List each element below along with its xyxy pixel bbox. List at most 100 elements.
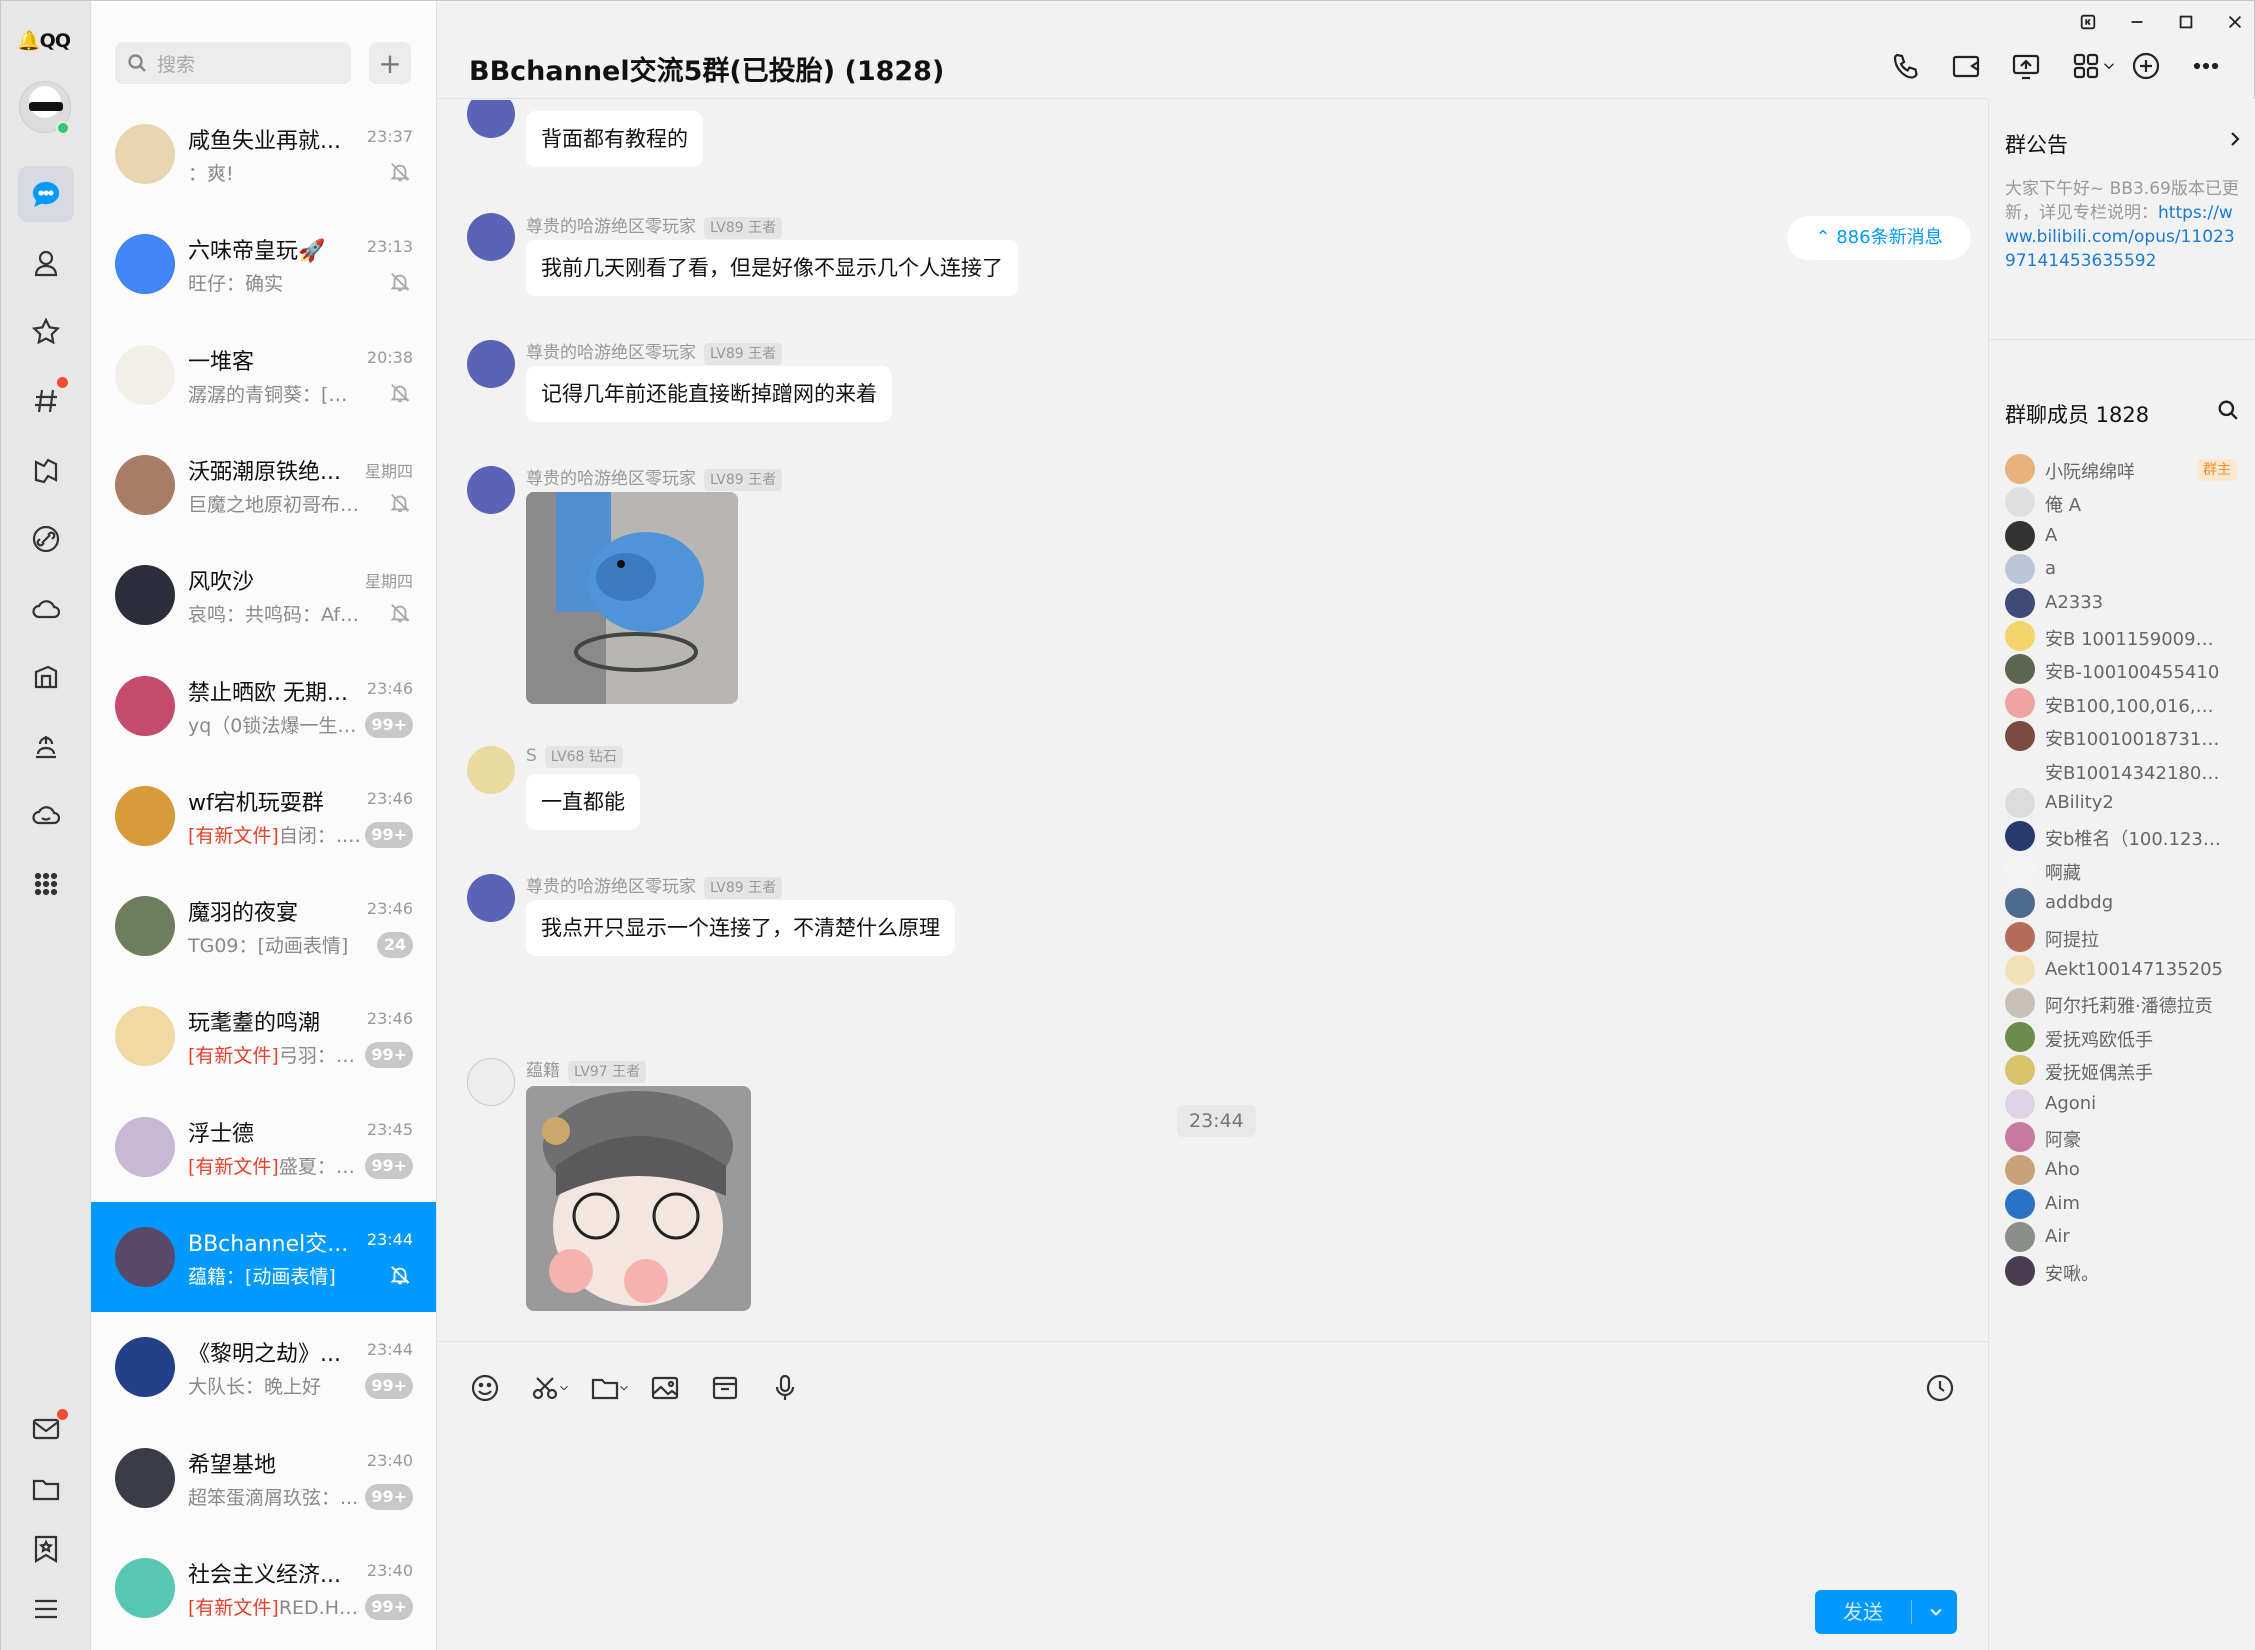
avatar xyxy=(115,1557,175,1618)
preview-text: 哀鸣：共鸣码：AfQiJA... xyxy=(188,604,363,627)
contacts-icon[interactable] xyxy=(18,235,74,291)
chevron-right-icon[interactable] xyxy=(2225,129,2245,154)
conversation-item[interactable]: 《黎明之劫》... 23:44 大队长：晚上好 99+ xyxy=(91,1312,436,1422)
cloud-icon[interactable] xyxy=(18,580,74,636)
conversation-item[interactable]: 浮士德23:45[有新文件]盛夏：雀氏99+ xyxy=(91,1092,436,1202)
phone-icon[interactable] xyxy=(1887,47,1925,85)
conversation-time: 23:46 xyxy=(366,899,413,919)
group-notice-title[interactable]: 群公告 xyxy=(2005,129,2068,159)
sender-line: 尊贵的哈游绝区零玩家 LV89 王者 xyxy=(526,212,783,239)
clock-icon[interactable] xyxy=(1922,1370,1958,1406)
bookmark-icon[interactable] xyxy=(18,1521,74,1577)
unread-badge: 99+ xyxy=(365,1042,413,1069)
conversation-name: 社会主义经济... xyxy=(188,1562,341,1588)
conversation-item[interactable]: BBchannel交... 23:44 蕴籍：[动画表情] xyxy=(91,1202,436,1312)
muted-bell-icon xyxy=(389,382,411,404)
conversation-item[interactable]: 希望基地 23:40 超笨蛋滴屑玖弦：... 99+ xyxy=(91,1423,436,1533)
new-messages-button[interactable]: ⌃ 886条新消息 xyxy=(1787,216,1971,260)
add-button[interactable]: + xyxy=(369,42,411,84)
avatar[interactable] xyxy=(467,466,515,514)
bag-icon[interactable] xyxy=(18,649,74,705)
pin-icon[interactable] xyxy=(2073,7,2103,37)
conversation-item[interactable]: wf宕机玩耍群23:46[有新文件]自闭：.指...99+ xyxy=(91,761,436,871)
cloud-storage-icon[interactable] xyxy=(18,787,74,843)
menu-icon[interactable] xyxy=(18,1581,74,1637)
minimize-icon[interactable] xyxy=(2122,7,2152,37)
chevron-down-icon[interactable] xyxy=(1919,1590,1953,1634)
member-name: Aho xyxy=(2045,1159,2080,1181)
message-list[interactable]: 背面都有教程的 尊贵的哈游绝区零玩家 LV89 王者 我前几天刚看了看，但是好像不… xyxy=(437,100,1988,1340)
conversation-item[interactable]: 风吹沙 星期四哀鸣：共鸣码：AfQiJA... xyxy=(91,540,436,650)
preview-text: 巨魔之地原初哥布林：... xyxy=(188,493,363,516)
close-icon[interactable] xyxy=(2220,7,2250,37)
star-icon[interactable] xyxy=(18,304,74,360)
conversation-preview: [有新文件]RED.HDL... xyxy=(188,1593,363,1620)
more-icon[interactable] xyxy=(2187,47,2225,85)
chevron-down-icon[interactable] xyxy=(555,1370,573,1406)
conversation-preview: 蕴籍：[动画表情] xyxy=(188,1262,363,1289)
message-bubble[interactable]: 我前几天刚看了看，但是好像不显示几个人连接了 xyxy=(526,240,1018,296)
chevron-down-icon[interactable] xyxy=(2097,47,2121,85)
avatar[interactable] xyxy=(467,213,515,261)
divider xyxy=(1989,339,2255,340)
level-badge: LV68 钻石 xyxy=(544,746,623,768)
message-bubble[interactable]: 背面都有教程的 xyxy=(526,111,703,167)
avatar xyxy=(115,1227,175,1287)
sender-line: 尊贵的哈游绝区零玩家 LV89 王者 xyxy=(526,872,783,899)
preview-text: 自闭：.指... xyxy=(278,824,363,847)
conversation-item[interactable]: 社会主义经济...23:40[有新文件]RED.HDL...99+ xyxy=(91,1533,436,1643)
search-icon[interactable] xyxy=(2217,399,2239,426)
image-message[interactable] xyxy=(526,492,738,704)
image-icon[interactable] xyxy=(647,1370,683,1406)
preview-text: yq（0锁法爆一生黑... xyxy=(188,714,363,737)
avatar[interactable] xyxy=(467,874,515,922)
sticker-message[interactable] xyxy=(526,1086,751,1311)
chat-icon[interactable] xyxy=(18,166,74,222)
conversation-item[interactable]: 魔羽的夜宴 23:46 TG09：[动画表情] 24 xyxy=(91,871,436,981)
conversation-item[interactable]: 禁止晒欧 无期... 23:46 yq（0锁法爆一生黑... 99+ xyxy=(91,651,436,761)
message-bubble[interactable]: 一直都能 xyxy=(526,774,640,830)
conversation-preview: 巨魔之地原初哥布林：... xyxy=(188,490,363,517)
message-bubble[interactable]: 记得几年前还能直接断掉蹭网的来着 xyxy=(526,366,892,422)
conversation-preview: 哀鸣：共鸣码：AfQiJA... xyxy=(188,600,363,627)
music-icon[interactable] xyxy=(18,718,74,774)
avatar[interactable] xyxy=(467,340,515,388)
message-bubble[interactable]: 我点开只显示一个连接了，不清楚什么原理 xyxy=(526,900,955,956)
avatar[interactable] xyxy=(467,746,515,794)
avatar xyxy=(115,1006,175,1067)
new-file-tag: [有新文件] xyxy=(188,824,279,847)
folder-icon[interactable] xyxy=(18,1461,74,1517)
conversation-item[interactable]: 玩耄耋的鸣潮23:46[有新文件]弓羽：有...99+ xyxy=(91,981,436,1091)
preview-text: ：爽! xyxy=(188,163,234,185)
game-icon[interactable] xyxy=(18,442,74,498)
conversation-preview: 潺潺的青铜葵：[图片] xyxy=(188,380,363,407)
conversation-item[interactable]: 沃弼潮原铁绝... 星期四巨魔之地原初哥布林：... xyxy=(91,430,436,540)
send-button[interactable]: 发送 xyxy=(1815,1590,1957,1634)
conversation-item[interactable]: 咸鱼失业再就... 23:37 ：爽! xyxy=(91,99,436,209)
message-input-area[interactable]: 发送 xyxy=(437,1341,1988,1650)
emoji-icon[interactable] xyxy=(467,1370,503,1406)
avatar xyxy=(115,1116,175,1177)
conversation-name: 咸鱼失业再就... xyxy=(188,129,341,154)
mic-icon[interactable] xyxy=(767,1370,803,1406)
conversation-item[interactable]: 六味帝皇玩🚀 23:13 旺仔：确实 xyxy=(91,209,436,319)
chevron-down-icon[interactable] xyxy=(615,1370,633,1406)
add-member-icon[interactable] xyxy=(2127,47,2165,85)
box-icon[interactable] xyxy=(707,1370,743,1406)
search-input[interactable]: 搜索 xyxy=(115,42,351,84)
maximize-icon[interactable] xyxy=(2171,7,2201,37)
avatar[interactable] xyxy=(467,100,515,138)
link-icon[interactable] xyxy=(18,511,74,567)
level-badge: LV89 王者 xyxy=(704,217,783,239)
apps-grid-icon[interactable] xyxy=(18,856,74,912)
preview-text: 超笨蛋滴屑玖弦：... xyxy=(188,1486,359,1509)
member-item[interactable]: 安啾。 xyxy=(2005,1246,2255,1294)
conversation-item[interactable]: 一堆客 20:38 潺潺的青铜葵：[图片] xyxy=(91,320,436,430)
conversation-name: 禁止晒欧 无期... xyxy=(188,680,348,706)
chat-title[interactable]: BBchannel交流5群(已投胎) (1828) xyxy=(469,49,944,88)
conversation-preview: yq（0锁法爆一生黑... xyxy=(188,711,363,738)
screen-share-icon[interactable] xyxy=(2007,47,2045,85)
video-icon[interactable] xyxy=(1947,47,1985,85)
avatar[interactable] xyxy=(467,1058,515,1106)
preview-text: 盛夏：雀氏 xyxy=(278,1155,363,1178)
